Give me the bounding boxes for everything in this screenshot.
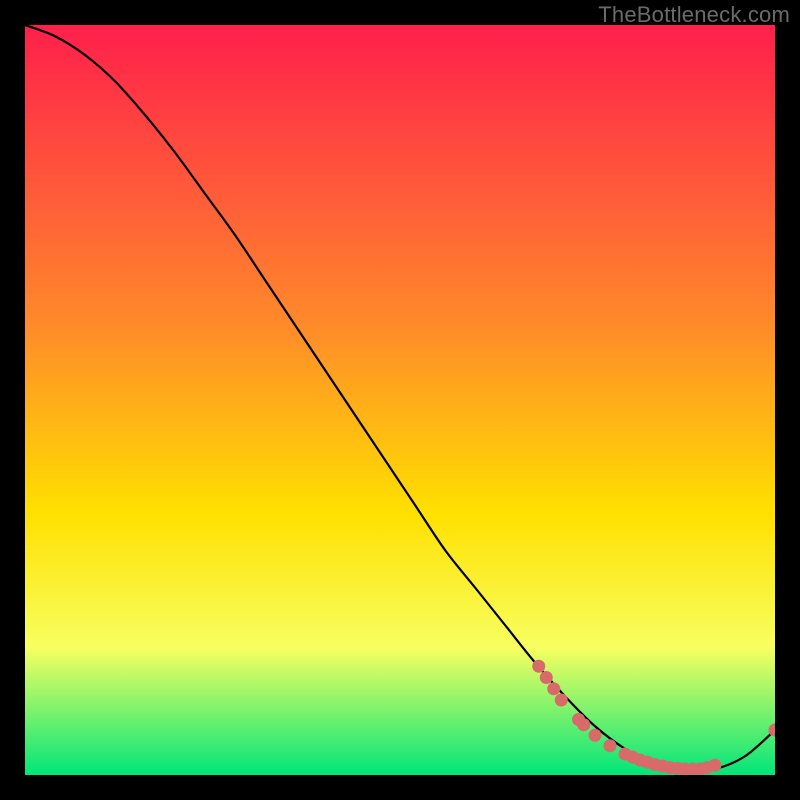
chart-background	[25, 25, 775, 775]
curve-marker	[555, 694, 568, 707]
curve-marker	[547, 682, 560, 695]
curve-marker	[709, 759, 722, 772]
curve-marker	[577, 718, 590, 731]
curve-marker	[589, 729, 602, 742]
curve-marker	[540, 671, 553, 684]
curve-marker	[604, 739, 617, 752]
chart-frame: TheBottleneck.com	[0, 0, 800, 800]
bottleneck-chart	[25, 25, 775, 775]
curve-marker	[532, 660, 545, 673]
